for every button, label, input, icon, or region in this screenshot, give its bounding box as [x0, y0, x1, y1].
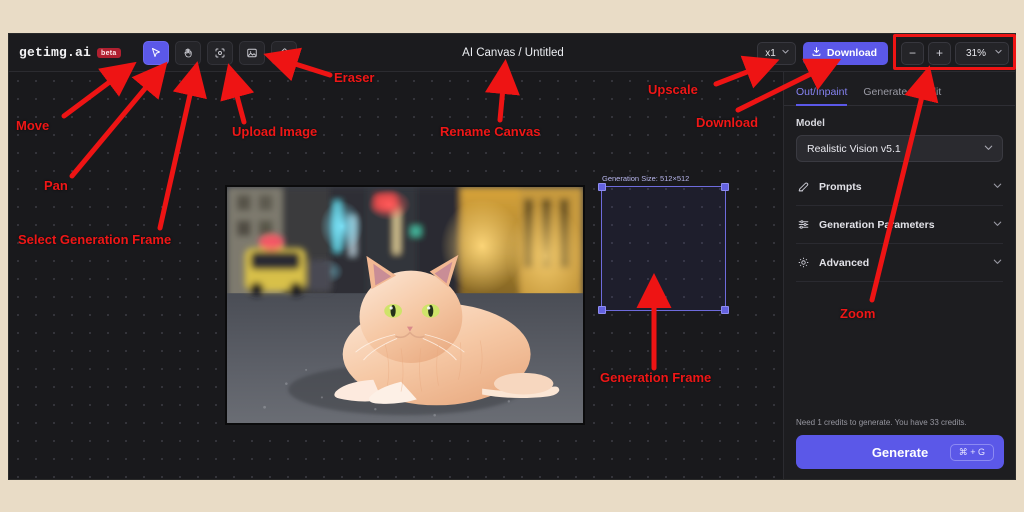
- chevron-down-icon: [992, 178, 1003, 196]
- model-select[interactable]: Realistic Vision v5.1: [796, 135, 1003, 162]
- resize-handle-bottom-right[interactable]: [721, 306, 729, 314]
- cursor-arrow-icon: [150, 47, 162, 59]
- section-prompts[interactable]: Prompts: [796, 168, 1003, 206]
- beta-badge: beta: [97, 47, 121, 58]
- section-generation-parameters[interactable]: Generation Parameters: [796, 206, 1003, 244]
- panel-accordion: Prompts Generation Parameters Advanced: [796, 168, 1003, 282]
- brand-name: getimg.ai: [19, 45, 92, 60]
- chevron-down-icon: [781, 47, 790, 59]
- cat-street-illustration: [227, 187, 583, 423]
- zoom-controls: − + 31%: [901, 41, 1009, 65]
- section-prompts-label: Prompts: [819, 180, 862, 193]
- gear-icon: [796, 256, 810, 270]
- tool-group: [142, 40, 297, 65]
- download-button[interactable]: Download: [802, 41, 888, 65]
- upscale-select[interactable]: x1: [757, 41, 796, 65]
- generate-button[interactable]: Generate ⌘ + G: [796, 435, 1004, 469]
- select-generation-frame-button[interactable]: [206, 40, 233, 65]
- section-advanced[interactable]: Advanced: [796, 244, 1003, 282]
- pan-tool-button[interactable]: [174, 40, 201, 65]
- chevron-down-icon: [992, 254, 1003, 272]
- chevron-down-icon: [994, 47, 1003, 59]
- generate-label: Generate: [871, 444, 929, 460]
- zoom-level-value: 31%: [966, 47, 987, 59]
- model-value: Realistic Vision v5.1: [807, 142, 901, 155]
- tab-generate[interactable]: Generate: [863, 86, 907, 106]
- side-panel: Out/Inpaint Generate Edit Model Realisti…: [783, 72, 1015, 479]
- upload-image-button[interactable]: [238, 40, 265, 65]
- zoom-out-button[interactable]: −: [901, 41, 924, 65]
- download-label: Download: [826, 47, 877, 59]
- eraser-icon: [278, 47, 290, 59]
- tab-edit[interactable]: Edit: [923, 86, 941, 106]
- panel-footer: Need 1 credits to generate. You have 33 …: [784, 418, 1015, 479]
- canvas-area[interactable]: Generation Size: 512×512: [9, 72, 785, 479]
- tab-out-inpaint[interactable]: Out/Inpaint: [796, 86, 848, 106]
- sliders-icon: [796, 218, 810, 232]
- chevron-down-icon: [983, 142, 994, 156]
- resize-handle-bottom-left[interactable]: [598, 306, 606, 314]
- eraser-tool-button[interactable]: [270, 40, 297, 65]
- section-generation-parameters-label: Generation Parameters: [819, 218, 935, 231]
- target-frame-icon: [214, 47, 226, 59]
- model-label: Model: [796, 118, 825, 129]
- credits-text: Need 1 credits to generate. You have 33 …: [796, 418, 967, 427]
- canvas-title[interactable]: AI Canvas / Untitled: [462, 47, 564, 59]
- app-window: getimg.ai beta AI Canvas / Untitled x1 D…: [8, 33, 1016, 480]
- resize-handle-top-right[interactable]: [721, 183, 729, 191]
- chevron-down-icon: [992, 216, 1003, 234]
- canvas-image[interactable]: [225, 185, 585, 425]
- topbar-right-controls: x1 Download − + 31%: [757, 34, 1009, 72]
- zoom-level-select[interactable]: 31%: [955, 41, 1009, 65]
- generation-frame[interactable]: Generation Size: 512×512: [598, 174, 729, 314]
- upscale-value: x1: [765, 47, 776, 59]
- panel-tabs: Out/Inpaint Generate Edit: [784, 72, 1015, 106]
- section-advanced-label: Advanced: [819, 256, 870, 269]
- zoom-in-button[interactable]: +: [928, 41, 951, 65]
- pencil-icon: [796, 180, 810, 194]
- brand-logo[interactable]: getimg.ai beta: [19, 45, 121, 60]
- resize-handle-top-left[interactable]: [598, 183, 606, 191]
- move-tool-button[interactable]: [142, 40, 169, 65]
- hand-icon: [182, 47, 194, 59]
- download-icon: [811, 46, 822, 60]
- top-toolbar: getimg.ai beta AI Canvas / Untitled x1 D…: [9, 34, 1015, 72]
- image-icon: [246, 47, 258, 59]
- generation-size-label: Generation Size: 512×512: [602, 174, 690, 183]
- screenshot-root: getimg.ai beta AI Canvas / Untitled x1 D…: [0, 0, 1024, 512]
- panel-body: Model Realistic Vision v5.1 Prompts Gene…: [784, 106, 1015, 282]
- generate-shortcut-badge: ⌘ + G: [949, 443, 994, 461]
